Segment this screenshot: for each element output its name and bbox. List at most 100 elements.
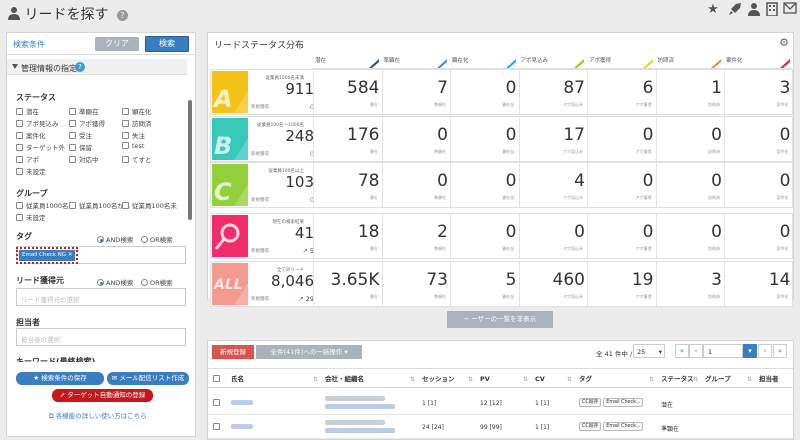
- status-checkbox[interactable]: てすと: [122, 154, 152, 164]
- search-button[interactable]: 検索: [145, 36, 189, 52]
- status-count-cell[interactable]: 0 案件化: [724, 213, 793, 258]
- status-checkbox[interactable]: 準顕在: [69, 106, 99, 116]
- status-count-cell[interactable]: 18 潜在: [313, 213, 382, 258]
- checkbox-box[interactable]: [16, 168, 23, 175]
- checkbox-box[interactable]: [122, 156, 129, 163]
- status-count-cell[interactable]: 78 潜在: [313, 163, 382, 207]
- source-or-radio[interactable]: OR検索: [141, 277, 173, 287]
- column-header[interactable]: 氏名: [231, 371, 244, 387]
- checkbox-box[interactable]: [16, 214, 23, 221]
- sort-icon[interactable]: ⇅: [410, 376, 415, 383]
- checkbox-box[interactable]: [122, 108, 129, 115]
- company-domain[interactable]: [325, 404, 395, 411]
- select-all-checkbox[interactable]: [213, 375, 223, 383]
- status-checkbox[interactable]: 保留: [69, 142, 92, 152]
- status-count-cell[interactable]: 3 案件化: [724, 70, 793, 114]
- status-row[interactable]: C 従業員100名以上 103 新規獲得 0 78 潜在 0 準顕在 0 顕在化 4 アポ見込み 0 アポ獲…: [210, 162, 793, 208]
- checkbox-box[interactable]: [213, 423, 220, 430]
- status-row[interactable]: B 従業員100名〜1000名 248 新規獲得 0 176 潜在 0 準顕在 0 顕在化 17 アポ見…: [210, 115, 793, 162]
- tag-and-radio[interactable]: AND検索: [97, 234, 133, 244]
- status-count-cell[interactable]: 73 準顕在: [381, 262, 451, 306]
- sort-icon[interactable]: ⇅: [468, 376, 473, 383]
- table-row[interactable]: 1 [1] 12 [12] 1 [1] CC既存 Email Check... 潜在: [208, 391, 793, 415]
- tag-chip[interactable]: Email Check NG ✕: [15, 247, 79, 264]
- status-count-cell[interactable]: 0 案件化: [724, 116, 793, 161]
- status-count-cell[interactable]: 0 準顕在: [381, 163, 451, 207]
- group-checkbox[interactable]: 従業員100名未: [122, 200, 177, 210]
- group-checkbox[interactable]: 未設定: [16, 212, 46, 222]
- lead-name-link[interactable]: [231, 424, 253, 431]
- help-icon[interactable]: ?: [116, 9, 128, 21]
- status-count-cell[interactable]: 2 準顕在: [381, 213, 451, 258]
- rocket-icon[interactable]: [727, 2, 743, 18]
- page-input[interactable]: 1: [703, 344, 743, 358]
- user-icon[interactable]: [746, 2, 762, 18]
- tag-or-radio[interactable]: OR検索: [141, 234, 173, 244]
- sort-icon[interactable]: ⇅: [567, 376, 572, 383]
- status-count-cell[interactable]: 14 案件化: [724, 262, 793, 306]
- checkbox-box[interactable]: [69, 108, 76, 115]
- column-header[interactable]: セッション: [422, 371, 455, 387]
- status-row[interactable]: 現在の検索結果 41 新規獲得 ↗ 5 18 潜在 2 準顕在 0 顕在化 0 アポ見込み 0 アポ獲得 0…: [210, 212, 793, 259]
- status-count-cell[interactable]: 4 アポ見込み: [518, 163, 588, 207]
- checkbox-box[interactable]: [16, 144, 23, 151]
- status-count-cell[interactable]: 0 顕在化: [450, 163, 519, 207]
- sort-icon[interactable]: ⇅: [693, 376, 698, 383]
- column-header[interactable]: タグ: [579, 371, 592, 387]
- source-select[interactable]: リード獲得元の選択: [16, 288, 186, 306]
- page-dropdown-button[interactable]: ▾: [743, 344, 757, 358]
- management-section-header[interactable]: 管理情報の指定 ?: [7, 59, 187, 75]
- status-checkbox[interactable]: test: [122, 142, 144, 150]
- checkbox-box[interactable]: [69, 120, 76, 127]
- checkbox-box[interactable]: [16, 156, 23, 163]
- table-row[interactable]: 24 [24] 99 [99] 1 [1] CC既存 Email Check... 準顕在: [208, 415, 793, 439]
- source-and-radio[interactable]: AND検索: [97, 277, 133, 287]
- status-count-cell[interactable]: 0 顕在化: [450, 70, 519, 114]
- status-count-cell[interactable]: 6 アポ獲得: [587, 70, 656, 114]
- checkbox-box[interactable]: [69, 202, 76, 209]
- checkbox-box[interactable]: [122, 142, 129, 149]
- new-register-button[interactable]: 新規登録: [212, 345, 254, 359]
- sort-icon[interactable]: ⇅: [523, 376, 528, 383]
- create-mail-list-button[interactable]: ✉ メール配信リスト作成: [107, 372, 189, 385]
- status-count-cell[interactable]: 5 顕在化: [450, 262, 519, 306]
- status-count-cell[interactable]: 176 潜在: [313, 116, 382, 161]
- status-checkbox[interactable]: 案件化: [16, 130, 46, 140]
- status-count-cell[interactable]: 87 アポ見込み: [518, 70, 588, 114]
- help-link[interactable]: ⧉ 各機能の詳しい使い方はこちら: [49, 410, 147, 421]
- sort-icon[interactable]: ⇅: [313, 376, 318, 383]
- last-page-button[interactable]: »: [773, 344, 787, 358]
- status-count-cell[interactable]: 3 訪問済: [655, 262, 725, 306]
- checkbox-box[interactable]: [213, 399, 220, 406]
- status-checkbox[interactable]: アポ: [16, 154, 39, 164]
- status-count-cell[interactable]: 7 準顕在: [381, 70, 451, 114]
- checkbox-box[interactable]: [69, 132, 76, 139]
- per-page-select[interactable]: 25 ▾: [633, 344, 665, 358]
- status-count-cell[interactable]: 19 アポ獲得: [587, 262, 656, 306]
- checkbox-box[interactable]: [16, 202, 23, 209]
- bulk-action-dropdown[interactable]: 全件(41件)への一括操作 ▾: [256, 345, 362, 359]
- checkbox-box[interactable]: [122, 120, 129, 127]
- status-count-cell[interactable]: 3.65K 潜在: [313, 262, 382, 306]
- status-count-cell[interactable]: 0 訪問済: [655, 116, 725, 161]
- status-checkbox[interactable]: アポ獲得: [69, 118, 105, 128]
- status-checkbox[interactable]: ターゲット外: [16, 142, 65, 152]
- row-checkbox[interactable]: [213, 399, 223, 407]
- status-row[interactable]: A 従業員1000名未満 911 新規獲得 0 584 潜在 7 準顕在 0 顕在化 87 アポ見込み 6…: [210, 69, 793, 115]
- checkbox-box[interactable]: [122, 202, 129, 209]
- save-conditions-button[interactable]: ★ 検索条件の保存: [16, 372, 104, 385]
- mail-icon[interactable]: [782, 2, 798, 18]
- checkbox-box[interactable]: [122, 132, 129, 139]
- status-count-cell[interactable]: 0 案件化: [724, 163, 793, 207]
- status-count-cell[interactable]: 584 潜在: [313, 70, 382, 114]
- scrollbar[interactable]: [188, 100, 192, 220]
- status-count-cell[interactable]: 460 アポ見込み: [518, 262, 588, 306]
- column-header[interactable]: 担当者: [759, 371, 779, 387]
- tag-chip[interactable]: Email Check...: [603, 422, 644, 431]
- status-checkbox[interactable]: 未設定: [16, 166, 46, 176]
- target-notify-button[interactable]: ➚ ターゲット自動通知の登録: [52, 389, 153, 402]
- status-count-cell[interactable]: 0 訪問済: [655, 163, 725, 207]
- column-header[interactable]: 会社・組織名: [325, 371, 364, 387]
- status-checkbox[interactable]: 潜在: [16, 106, 39, 116]
- status-count-cell[interactable]: 0 アポ獲得: [587, 213, 656, 258]
